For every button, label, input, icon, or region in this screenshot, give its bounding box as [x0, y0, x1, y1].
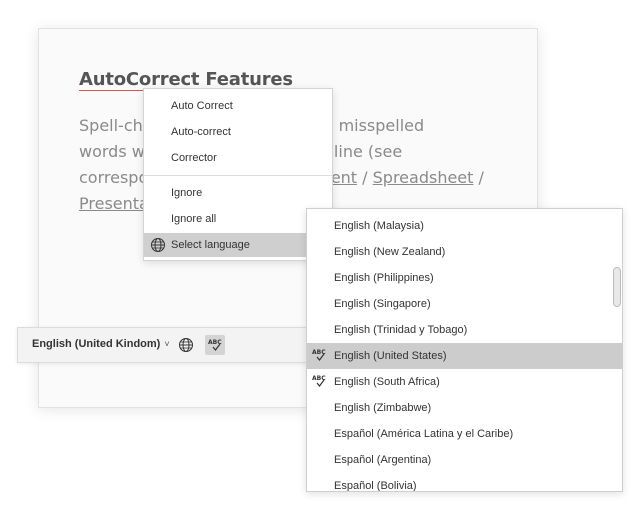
language-option[interactable]: English (New Zealand) — [307, 239, 622, 265]
presentation-link[interactable]: Presenta — [79, 194, 149, 213]
scrollbar-thumb[interactable] — [613, 267, 621, 307]
language-toolbar: English (United Kindom) ˅ ABC — [17, 327, 337, 363]
language-select-label: English (United Kindom) — [32, 338, 161, 350]
menu-divider — [144, 175, 332, 176]
language-option[interactable]: Español (América Latina y el Caribe) — [307, 421, 622, 447]
globe-icon — [151, 238, 165, 252]
language-option-label: English (United States) — [334, 350, 447, 362]
spellcheck-toggle-button[interactable]: ABC — [205, 335, 225, 355]
ignore-menu-item[interactable]: Ignore — [144, 181, 332, 205]
suggestion-corrector[interactable]: Corrector — [144, 146, 332, 170]
spellcheck-abc-icon: ABC — [208, 339, 222, 351]
chevron-down-icon: ˅ — [164, 339, 170, 349]
language-option[interactable]: English (Singapore) — [307, 291, 622, 317]
language-option[interactable]: English (Trinidad y Tobago) — [307, 317, 622, 343]
language-dropdown-list: English (Malaysia) English (New Zealand)… — [306, 208, 623, 492]
svg-text:ABC: ABC — [312, 349, 326, 356]
spellcheck-abc-icon: ABC — [312, 349, 326, 361]
spellcheck-context-menu: Auto Correct Auto-correct Corrector Igno… — [143, 88, 333, 261]
select-language-menu-item[interactable]: Select language — [144, 233, 332, 257]
language-option[interactable]: ABC English (South Africa) — [307, 369, 622, 395]
language-option[interactable]: Español (Bolivia) — [307, 473, 622, 491]
suggestion-auto-correct[interactable]: Auto Correct — [144, 94, 332, 118]
document-title: AutoCorrect Features — [79, 69, 293, 90]
svg-text:ABC: ABC — [312, 375, 326, 382]
spreadsheet-link[interactable]: Spreadsheet — [373, 168, 474, 187]
suggestion-auto-correct-hyphen[interactable]: Auto-correct — [144, 120, 332, 144]
language-option-label: English (South Africa) — [334, 376, 440, 388]
language-option[interactable]: English (Malaysia) — [307, 213, 622, 239]
select-language-label: Select language — [171, 239, 250, 251]
language-option-selected[interactable]: ABC English (United States) — [307, 343, 622, 369]
language-option[interactable]: Español (Argentina) — [307, 447, 622, 473]
svg-text:ABC: ABC — [208, 339, 222, 346]
spellcheck-abc-icon: ABC — [312, 375, 326, 387]
language-option[interactable]: English (Zimbabwe) — [307, 395, 622, 421]
language-select[interactable]: English (United Kindom) ˅ — [32, 338, 170, 350]
ignore-all-menu-item[interactable]: Ignore all — [144, 207, 332, 231]
language-option[interactable]: English (Philippines) — [307, 265, 622, 291]
globe-icon[interactable] — [178, 337, 194, 353]
